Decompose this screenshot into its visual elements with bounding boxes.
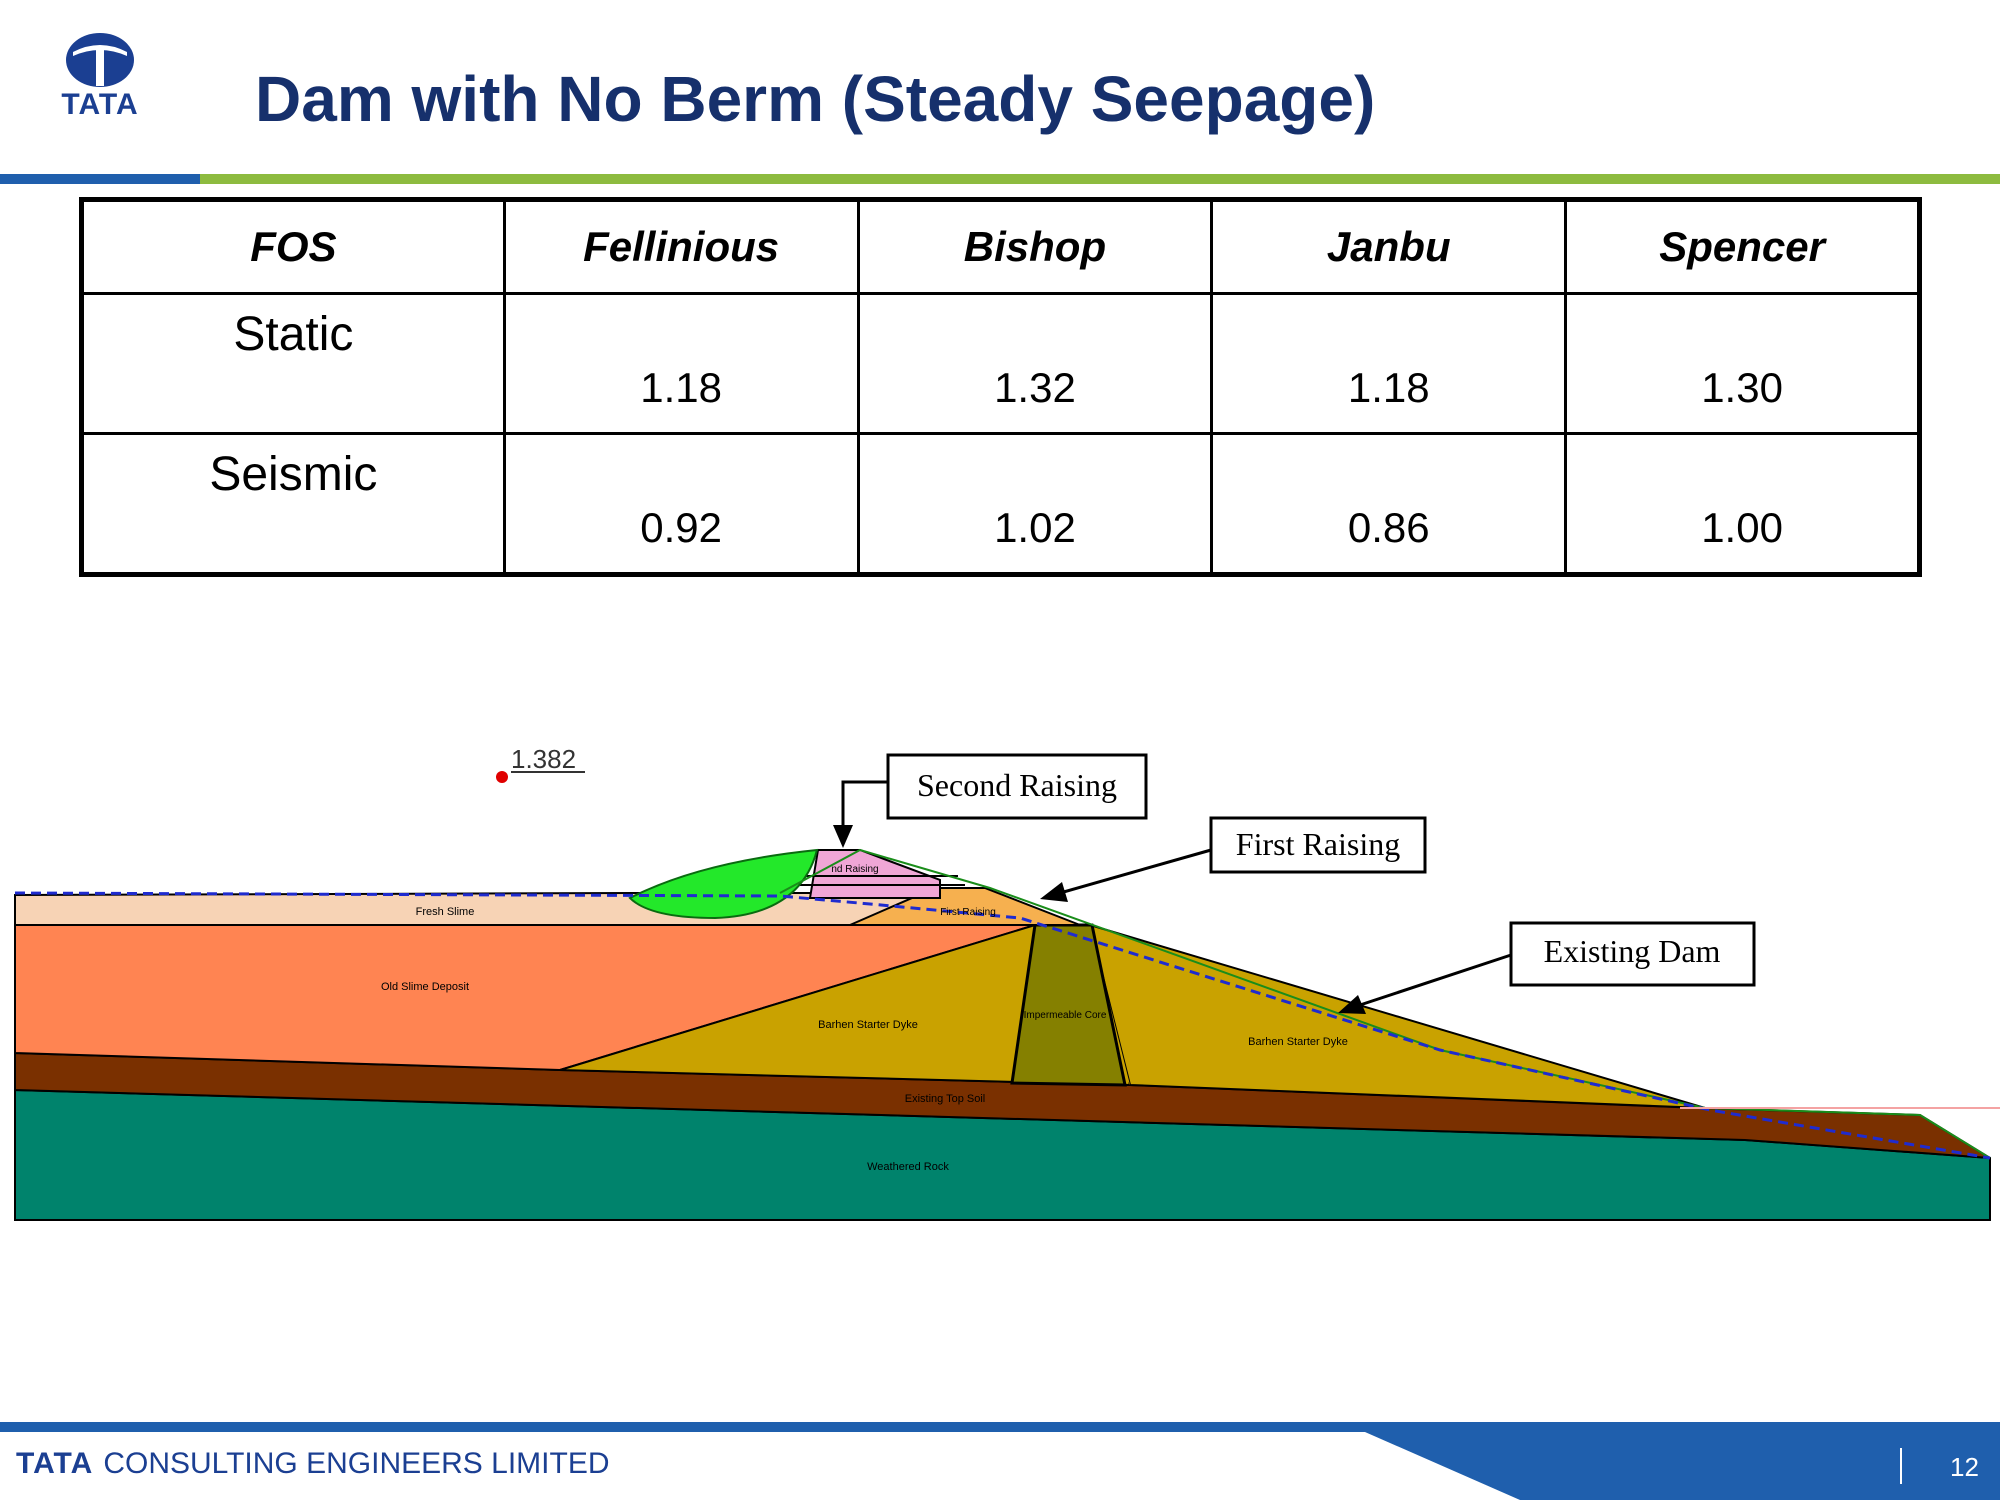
- arrow-second-raising: [833, 825, 853, 848]
- cell-static-spencer: 1.30: [1701, 364, 1783, 411]
- fos-table: FOS Fellinious Bishop Janbu Spencer Stat…: [79, 197, 1922, 577]
- header-spencer: Spencer: [1564, 198, 1921, 295]
- label-weathered-rock: Weathered Rock: [867, 1161, 949, 1173]
- callout-second-raising: Second Raising: [917, 767, 1117, 803]
- header-rule-blue: [0, 174, 200, 184]
- arrow-first-raising: [1040, 882, 1068, 902]
- footer-company: TATA CONSULTING ENGINEERS LIMITED: [16, 1447, 610, 1481]
- fos-marker-dot: [496, 771, 508, 783]
- cell-seismic-fellinious: 0.92: [640, 504, 723, 551]
- label-starter-dyke-left: Barhen Starter Dyke: [818, 1019, 918, 1031]
- table-row-static: Static 1.18 1.32 1.18 1.30: [80, 292, 1921, 435]
- cell-static-fellinious: 1.18: [640, 364, 723, 411]
- tata-logo-icon: [66, 33, 134, 87]
- cell-static-janbu: 1.18: [1347, 364, 1430, 411]
- cell-seismic-spencer: 1.00: [1701, 504, 1783, 551]
- cell-seismic-bishop: 1.02: [994, 504, 1076, 551]
- footer-company-name: CONSULTING ENGINEERS LIMITED: [103, 1447, 610, 1480]
- footer-brand: TATA: [16, 1447, 94, 1480]
- table-header-row: FOS Fellinious Bishop Janbu Spencer: [80, 198, 1921, 295]
- page-number: 12: [1950, 1452, 1979, 1482]
- page-title: Dam with No Berm (Steady Seepage): [255, 63, 1376, 135]
- header-janbu: Janbu: [1210, 198, 1568, 295]
- cell-static-bishop: 1.32: [994, 364, 1076, 411]
- tata-logo: TATA: [45, 30, 155, 125]
- row-label-static: Static: [233, 308, 354, 361]
- label-starter-dyke-right: Barhen Starter Dyke: [1248, 1036, 1348, 1048]
- header-fellinious: Fellinious: [502, 198, 860, 295]
- label-second-raising-layer: nd Raising: [831, 864, 878, 875]
- label-first-raising-layer: First Raising: [940, 907, 996, 918]
- cell-seismic-janbu: 0.86: [1347, 504, 1430, 551]
- label-existing-top-soil: Existing Top Soil: [905, 1093, 986, 1105]
- dam-cross-section-diagram: Fresh Slime Old Slime Deposit nd Raising…: [14, 744, 2000, 1221]
- logo-wordmark: TATA: [61, 88, 139, 121]
- label-old-slime-deposit: Old Slime Deposit: [381, 981, 469, 993]
- label-impermeable-core: Impermeable Core: [1024, 1010, 1107, 1021]
- fos-marker-value: 1.382: [511, 744, 576, 774]
- label-fresh-slime: Fresh Slime: [416, 906, 475, 918]
- callout-existing-dam: Existing Dam: [1544, 933, 1721, 969]
- header-fos: FOS: [80, 198, 506, 295]
- row-label-seismic: Seismic: [209, 448, 378, 501]
- header-rule-green: [200, 174, 2000, 184]
- table-row-seismic: Seismic 0.92 1.02 0.86 1.00: [80, 432, 1921, 576]
- page-number-separator: [1900, 1448, 1902, 1484]
- header-bishop: Bishop: [856, 198, 1214, 295]
- callout-first-raising: First Raising: [1236, 826, 1400, 862]
